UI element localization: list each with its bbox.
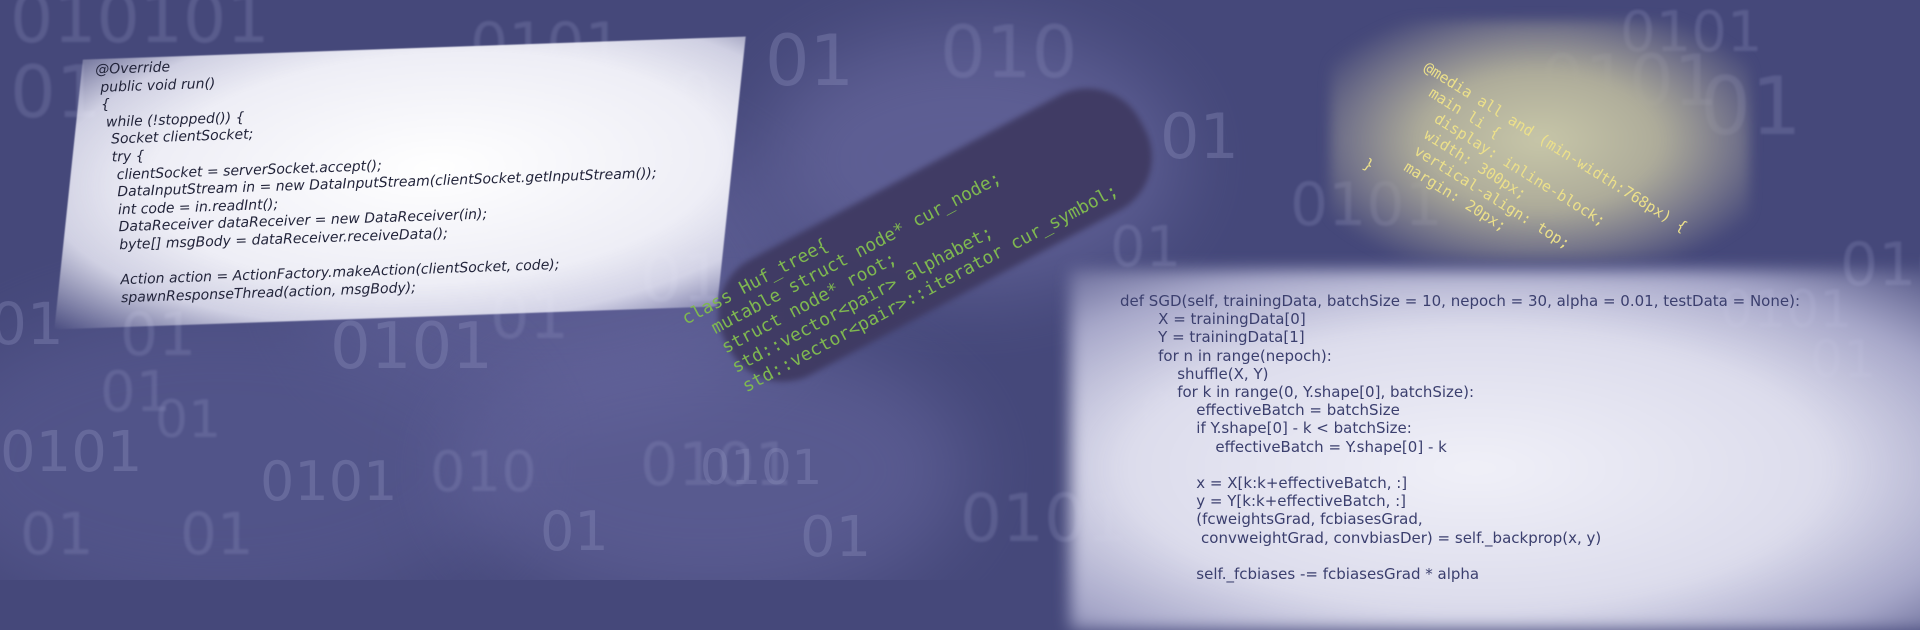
python-code-snippet: def SGD(self, trainingData, batchSize = …	[1120, 292, 1801, 584]
binary-digits: 01	[800, 505, 872, 570]
binary-digits: 0101	[330, 310, 493, 384]
binary-digits: 01	[180, 500, 254, 568]
binary-digits: 01	[1160, 100, 1239, 173]
binary-digits: 0101	[260, 450, 398, 513]
binary-digits: 01	[155, 390, 222, 450]
binary-digits: 0101	[700, 440, 823, 496]
binary-digits: 0101	[0, 420, 143, 485]
binary-digits: 01	[20, 500, 94, 568]
binary-digits: 010	[940, 10, 1078, 94]
binary-digits: 01	[765, 20, 855, 102]
binary-digits: 010	[430, 440, 537, 505]
java-code-snippet: @Override public void run() { while (!st…	[95, 59, 657, 307]
binary-digits: 01	[540, 500, 609, 563]
